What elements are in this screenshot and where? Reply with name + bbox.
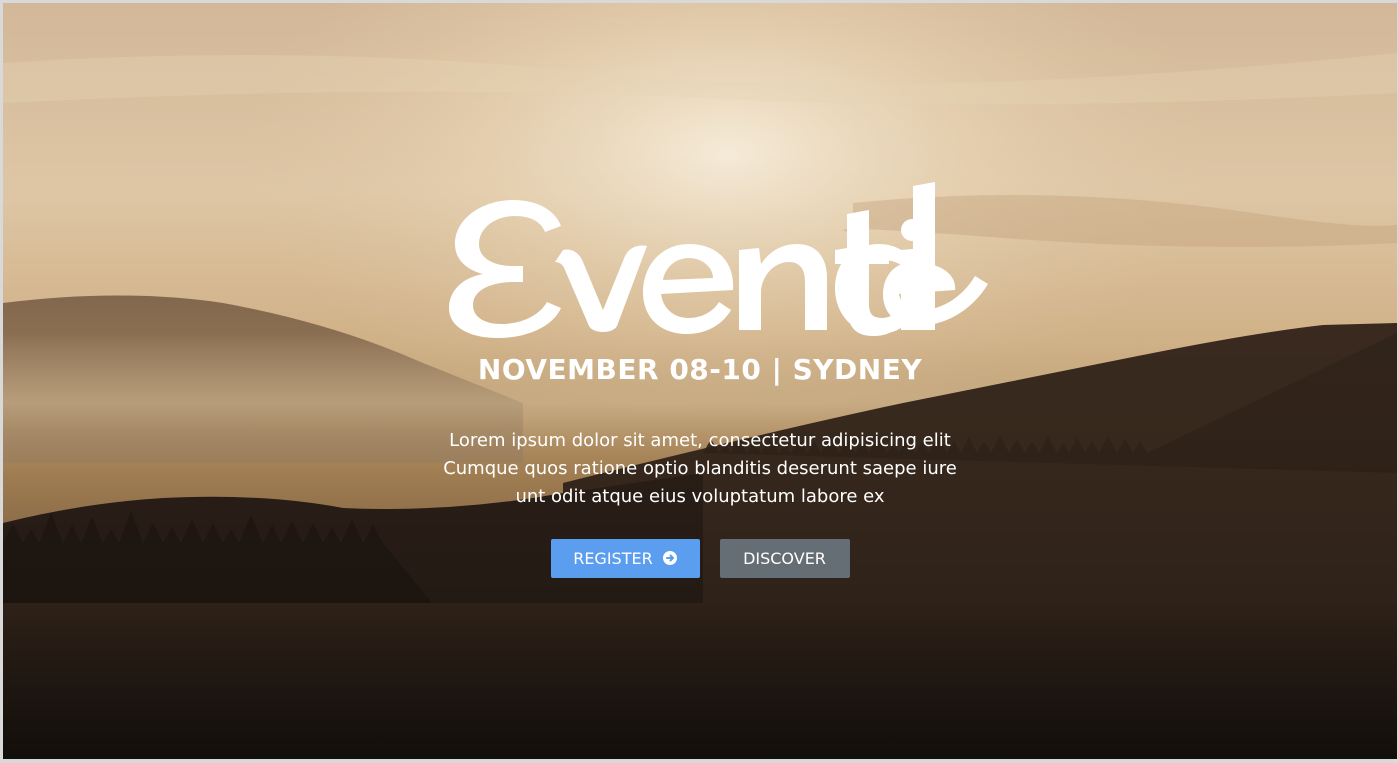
description-line: Cumque quos ratione optio blanditis dese… <box>443 458 957 479</box>
discover-button-label: DISCOVER <box>743 549 826 568</box>
description-line: Lorem ipsum dolor sit amet, consectetur … <box>449 430 951 451</box>
description-line: unt odit atque eius voluptatum labore ex <box>515 486 885 507</box>
register-button-label: REGISTER <box>573 549 653 568</box>
discover-button[interactable]: DISCOVER <box>719 539 850 578</box>
register-button[interactable]: REGISTER <box>550 539 700 578</box>
page-frame: Eventide <box>0 0 1398 763</box>
hero-section: Eventide <box>3 3 1397 759</box>
event-date-location: NOVEMBER 08-10 | SYDNEY <box>477 353 923 386</box>
arrow-circle-right-icon <box>662 551 677 565</box>
hero-description: Lorem ipsum dolor sit amet, consectetur … <box>3 427 1397 511</box>
logo-script-graphic <box>449 182 988 338</box>
eventide-logo[interactable]: Eventide <box>443 178 988 343</box>
hero-buttons: REGISTER DISCOVER <box>3 539 1397 578</box>
